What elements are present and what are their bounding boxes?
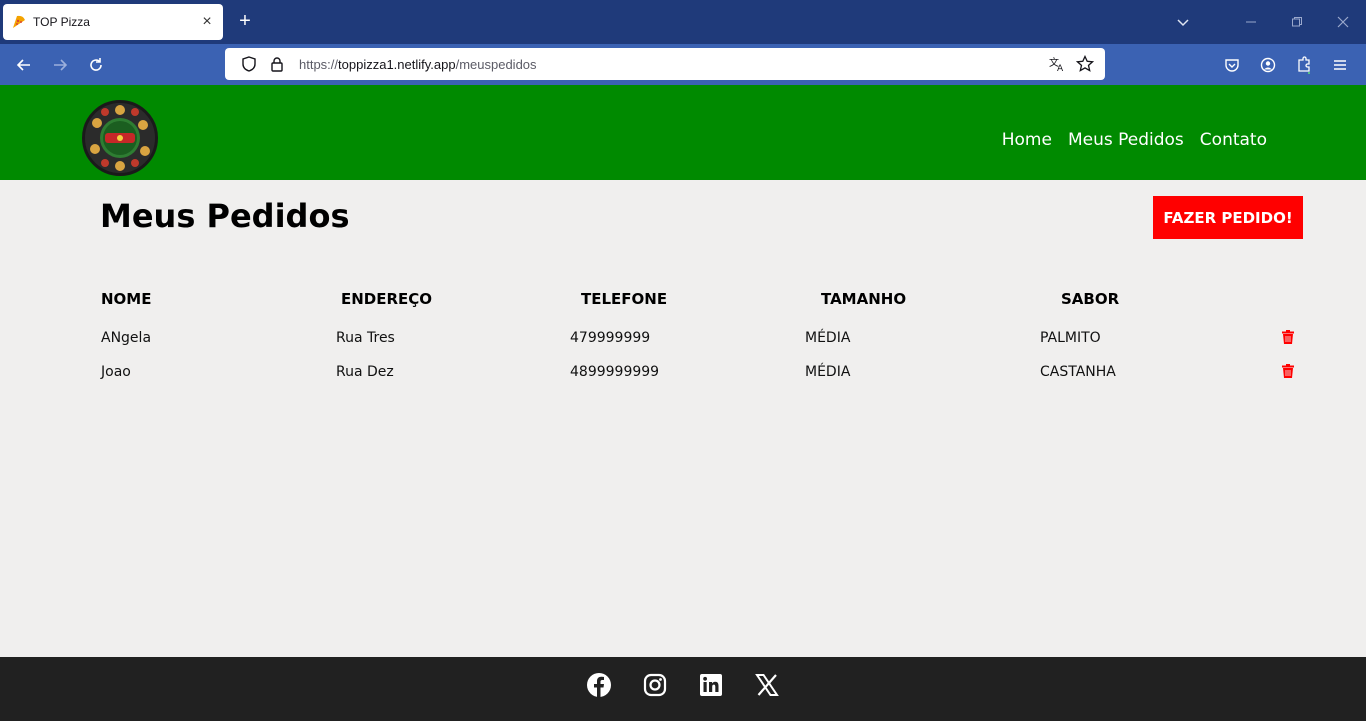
site-nav: Home Meus Pedidos Contato bbox=[1002, 130, 1267, 150]
bookmark-star-icon[interactable] bbox=[1073, 52, 1097, 76]
site-footer bbox=[0, 657, 1366, 721]
extensions-icon[interactable] bbox=[1286, 50, 1322, 80]
cell-nome: Joao bbox=[101, 364, 131, 380]
cell-sabor: PALMITO bbox=[1040, 330, 1101, 346]
back-arrow-icon[interactable] bbox=[9, 50, 39, 80]
shield-icon[interactable] bbox=[237, 52, 261, 76]
column-header-telefone: TELEFONE bbox=[581, 290, 668, 308]
toolbar-icons bbox=[1214, 50, 1358, 80]
restore-icon[interactable] bbox=[1274, 0, 1320, 44]
linkedin-icon[interactable] bbox=[699, 673, 723, 697]
pocket-icon[interactable] bbox=[1214, 50, 1250, 80]
minimize-icon[interactable] bbox=[1228, 0, 1274, 44]
cell-nome: ANgela bbox=[101, 330, 152, 346]
column-header-sabor: SABOR bbox=[1061, 290, 1120, 308]
page-title: Meus Pedidos bbox=[100, 197, 350, 235]
column-header-nome: NOME bbox=[101, 290, 152, 308]
nav-home[interactable]: Home bbox=[1002, 130, 1052, 150]
cell-sabor: CASTANHA bbox=[1040, 364, 1116, 380]
window-controls bbox=[1168, 0, 1366, 44]
close-window-icon[interactable] bbox=[1320, 0, 1366, 44]
svg-text:A: A bbox=[1057, 64, 1064, 73]
url-host: toppizza1.netlify.app bbox=[338, 56, 456, 72]
column-header-tamanho: TAMANHO bbox=[821, 290, 907, 308]
cell-telefone: 479999999 bbox=[570, 330, 651, 346]
tab-close-icon[interactable]: × bbox=[199, 13, 215, 31]
lock-icon[interactable] bbox=[265, 52, 289, 76]
new-tab-button[interactable]: + bbox=[234, 10, 256, 32]
orders-table: NOME ENDEREÇO TELEFONE TAMANHO SABOR ANg… bbox=[100, 290, 1300, 380]
url-path: /meuspedidos bbox=[455, 56, 537, 72]
menu-icon[interactable] bbox=[1322, 50, 1358, 80]
forward-arrow-icon[interactable] bbox=[45, 50, 75, 80]
table-header: NOME ENDEREÇO TELEFONE TAMANHO SABOR bbox=[100, 290, 1300, 312]
nav-contato[interactable]: Contato bbox=[1200, 130, 1267, 150]
account-icon[interactable] bbox=[1250, 50, 1286, 80]
reload-icon[interactable] bbox=[81, 50, 111, 80]
trash-icon[interactable] bbox=[1282, 330, 1296, 346]
instagram-icon[interactable] bbox=[643, 673, 667, 697]
pizza-favicon-icon bbox=[11, 14, 27, 30]
cell-endereco: Rua Tres bbox=[336, 330, 395, 346]
site-header: Home Meus Pedidos Contato bbox=[0, 85, 1366, 180]
browser-tab-bar: TOP Pizza × + bbox=[0, 0, 1366, 44]
nav-meus-pedidos[interactable]: Meus Pedidos bbox=[1068, 130, 1184, 150]
address-bar[interactable]: https://toppizza1.netlify.app/meuspedido… bbox=[225, 48, 1105, 80]
cell-tamanho: MÉDIA bbox=[805, 330, 851, 346]
cell-tamanho: MÉDIA bbox=[805, 364, 851, 380]
url-text: https://toppizza1.netlify.app/meuspedido… bbox=[299, 57, 1041, 72]
cell-telefone: 4899999999 bbox=[570, 364, 660, 380]
top-pizza-logo[interactable] bbox=[82, 100, 158, 176]
fazer-pedido-button[interactable]: FAZER PEDIDO! bbox=[1153, 196, 1303, 239]
trash-icon[interactable] bbox=[1282, 364, 1296, 380]
x-icon[interactable] bbox=[755, 673, 779, 697]
browser-nav-bar: https://toppizza1.netlify.app/meuspedido… bbox=[0, 44, 1366, 85]
column-header-endereco: ENDEREÇO bbox=[341, 290, 433, 308]
tab-list-chevron-icon[interactable] bbox=[1168, 0, 1198, 44]
url-scheme: https:// bbox=[299, 56, 339, 72]
tab-title: TOP Pizza bbox=[33, 15, 90, 29]
translate-icon[interactable]: 文A bbox=[1045, 52, 1069, 76]
cell-endereco: Rua Dez bbox=[336, 364, 394, 380]
facebook-icon[interactable] bbox=[587, 673, 611, 697]
browser-tab[interactable]: TOP Pizza × bbox=[3, 4, 223, 40]
